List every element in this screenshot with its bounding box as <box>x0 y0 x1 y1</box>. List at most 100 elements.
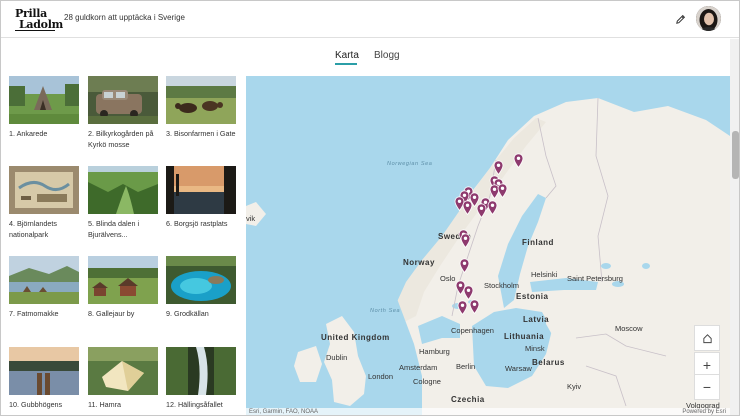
gallery-thumbnail <box>166 347 236 395</box>
header: Prilla Ladolm 28 guldkorn att upptäcka i… <box>1 1 739 38</box>
gallery-thumbnail <box>88 166 158 214</box>
map-pin[interactable] <box>476 203 487 219</box>
label-united-kingdom: United Kingdom <box>321 333 390 342</box>
gallery-caption: 1. Ankarede <box>9 129 48 138</box>
pin-icon <box>476 203 487 219</box>
label-norway: Norway <box>403 258 435 267</box>
label-north-sea: North Sea <box>370 308 401 314</box>
gallery-card[interactable]: 10. Gubbhögens <box>9 347 79 410</box>
label-lithuania: Lithuania <box>504 332 545 341</box>
attribution-text: Esri, Garmin, FAO, NOAA <box>249 409 319 415</box>
gallery-caption: 2. Bilkyrkogården på Kyrkö mosse <box>88 129 154 149</box>
basemap <box>246 76 730 415</box>
gallery-thumbnail <box>9 256 79 304</box>
active-tab-indicator <box>335 63 357 65</box>
label-stockholm: Stockholm <box>484 281 520 290</box>
map-pin[interactable] <box>463 285 474 301</box>
label-copenhagen: Copenhagen <box>451 326 494 335</box>
map-attribution: Esri, Garmin, FAO, NOAA Powered by Esri <box>246 408 730 415</box>
label-kyiv: Kyiv <box>567 382 582 391</box>
gallery-card[interactable]: 9. Grodkällan <box>166 256 236 319</box>
map-pin[interactable] <box>460 233 471 249</box>
tab-blogg[interactable]: Blogg <box>374 50 400 61</box>
map-pin[interactable] <box>462 200 473 216</box>
pin-icon <box>487 200 498 216</box>
gallery-card[interactable]: 6. Borgsjö rastplats <box>166 166 236 229</box>
powered-by-text[interactable]: Powered by Esri <box>682 408 726 415</box>
label-norwegian-sea: Norwegian Sea <box>387 161 433 167</box>
gallery-caption: 5. Blinda dalen i Bjurälvens... <box>88 219 140 239</box>
map-pin[interactable] <box>497 183 508 199</box>
map-pin[interactable] <box>459 258 470 274</box>
site-logo[interactable]: Prilla Ladolm <box>13 6 63 32</box>
label-london: London <box>368 372 394 381</box>
avatar-photo <box>696 6 721 31</box>
pin-icon <box>469 299 480 315</box>
pin-icon <box>493 160 504 176</box>
avatar[interactable] <box>696 6 721 31</box>
page-title: 28 guldkorn att upptäcka i Sverige <box>64 13 185 22</box>
gallery-thumbnail <box>166 256 236 304</box>
gallery-card[interactable]: 4. Björnlandets nationalpark <box>9 166 79 240</box>
map-pin[interactable] <box>513 153 524 169</box>
gallery-card[interactable]: 5. Blinda dalen i Bjurälvens... <box>88 166 158 240</box>
gallery-caption: 10. Gubbhögens <box>9 400 63 409</box>
edit-button[interactable] <box>671 10 689 28</box>
label-dublin: Dublin <box>326 353 348 362</box>
label-helsinki: Helsinki <box>531 270 558 279</box>
gallery-card[interactable]: 12. Hällingsåfallet <box>166 347 236 410</box>
pin-icon <box>459 258 470 274</box>
map-pin[interactable] <box>469 299 480 315</box>
gallery-thumbnail <box>166 166 236 214</box>
gallery-caption: 11. Hamra <box>88 400 122 409</box>
gallery-thumbnail <box>88 76 158 124</box>
label-vik: vik <box>246 214 256 223</box>
app-frame: Prilla Ladolm 28 guldkorn att upptäcka i… <box>0 0 740 416</box>
home-icon <box>702 333 712 343</box>
gallery-thumbnail <box>9 76 79 124</box>
pin-icon <box>497 183 508 199</box>
page-scrollbar-track[interactable] <box>730 39 739 415</box>
label-moscow: Moscow <box>615 324 643 333</box>
gallery-thumbnail <box>9 347 79 395</box>
pin-icon <box>457 300 468 316</box>
label-amsterdam: Amsterdam <box>399 363 438 372</box>
gallery-caption: 12. Hällingsåfallet <box>166 400 223 409</box>
gallery-card[interactable]: 3. Bisonfarmen i Gate <box>166 76 236 139</box>
page-scrollbar-thumb[interactable] <box>732 131 739 179</box>
place-gallery: 1. Ankarede 2. Bilkyrkogården på Kyrkö m… <box>9 76 239 415</box>
gallery-caption: 9. Grodkällan <box>166 309 209 318</box>
label-czechia: Czechia <box>451 395 485 404</box>
pin-icon <box>460 233 471 249</box>
gallery-caption: 6. Borgsjö rastplats <box>166 219 228 228</box>
gallery-caption: 4. Björnlandets nationalpark <box>9 219 57 239</box>
label-finland: Finland <box>522 238 554 247</box>
gallery-caption: 3. Bisonfarmen i Gate <box>166 129 236 138</box>
pin-icon <box>463 285 474 301</box>
label-minsk: Minsk <box>525 344 545 353</box>
logo-underline <box>15 30 55 31</box>
gallery-card[interactable]: 8. Gallejaur by <box>88 256 158 319</box>
gallery-thumbnail <box>166 76 236 124</box>
home-button[interactable] <box>694 325 720 351</box>
map-pin[interactable] <box>487 200 498 216</box>
label-berlin: Berlin <box>456 362 476 371</box>
gallery-card[interactable]: 2. Bilkyrkogården på Kyrkö mosse <box>88 76 158 150</box>
label-oslo: Oslo <box>440 274 456 283</box>
gallery-thumbnail <box>88 256 158 304</box>
map-pin[interactable] <box>457 300 468 316</box>
tab-karta[interactable]: Karta <box>335 50 359 61</box>
gallery-card[interactable]: 11. Hamra <box>88 347 158 410</box>
label-saint-petersburg: Saint Petersburg <box>567 274 623 283</box>
logo-line2: Ladolm <box>19 18 63 31</box>
zoom-out-button[interactable]: − <box>694 374 720 400</box>
pencil-icon <box>675 14 685 24</box>
gallery-thumbnail <box>9 166 79 214</box>
label-cologne: Cologne <box>413 377 441 386</box>
gallery-card[interactable]: 7. Fatmomakke <box>9 256 79 319</box>
map-pin[interactable] <box>493 160 504 176</box>
label-hamburg: Hamburg <box>419 347 450 356</box>
gallery-card[interactable]: 1. Ankarede <box>9 76 79 139</box>
map-view[interactable]: Norwegian Sea North Sea vik Sweden Finla… <box>246 76 730 415</box>
pin-icon <box>462 200 473 216</box>
